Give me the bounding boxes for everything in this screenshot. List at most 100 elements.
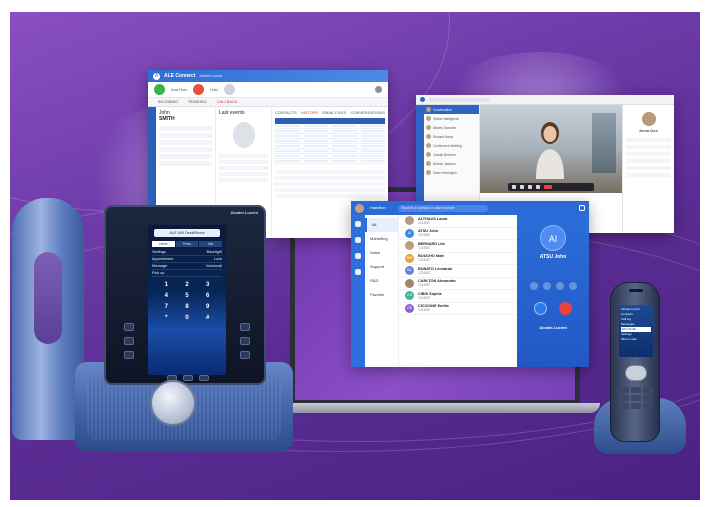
list-item[interactable]: CS CIBIS Sophie 1234567	[399, 290, 517, 303]
hold-call-icon[interactable]	[193, 84, 205, 95]
avatar: BM	[405, 253, 414, 263]
key[interactable]	[643, 395, 653, 401]
speaker-grille	[629, 289, 643, 292]
group-support[interactable]: Support	[365, 260, 398, 274]
group-marketing[interactable]: Marketing	[365, 232, 398, 246]
table-row[interactable]	[275, 159, 385, 164]
hangup-icon[interactable]	[544, 185, 552, 189]
softkey[interactable]	[124, 351, 134, 359]
dial-key[interactable]: 6	[199, 292, 216, 301]
softkey[interactable]	[240, 323, 250, 331]
dial-key[interactable]: 1	[158, 281, 175, 290]
list-item[interactable]: Online Intelligence	[424, 114, 479, 123]
tab-home[interactable]: Home	[152, 241, 175, 247]
dial-key[interactable]: 2	[179, 281, 196, 290]
key[interactable]	[631, 395, 641, 401]
dial-key[interactable]: 7	[158, 303, 175, 312]
dial-key[interactable]: 4	[158, 292, 175, 301]
share-icon[interactable]	[528, 185, 532, 189]
volume-icon[interactable]	[555, 282, 564, 290]
group-favorite[interactable]: Favorite	[365, 288, 398, 302]
chat-icon[interactable]	[536, 185, 540, 189]
list-item[interactable]: BL BUNATO Leonardo 1234567	[399, 265, 517, 278]
agent-title-bar: A ALE Connect Alcatel-Lucent	[148, 70, 388, 82]
key[interactable]	[631, 403, 641, 409]
more-icon[interactable]	[568, 282, 577, 290]
dect-nav-key[interactable]	[625, 365, 647, 381]
dial-key[interactable]: 0	[179, 314, 196, 323]
list-item[interactable]: BM BOUCHO Matt 1234567	[399, 253, 517, 265]
list-item[interactable]: Dereck Jackson	[424, 159, 479, 168]
contact-search-input[interactable]: Search a contact or dial number	[398, 204, 488, 212]
keypad: 1 2 3 4 5 6 7 8 9 * 0 #	[158, 281, 216, 323]
camera-icon[interactable]	[520, 185, 524, 189]
list-item[interactable]: Conversation	[424, 105, 479, 114]
video-search-input[interactable]	[429, 97, 489, 102]
group-sales[interactable]: Sales	[365, 246, 398, 260]
tab-incoming[interactable]: INCOMING	[158, 99, 178, 105]
key[interactable]	[643, 403, 653, 409]
key-icon[interactable]	[183, 375, 193, 381]
navigation-wheel[interactable]	[150, 380, 196, 426]
dialpad-icon[interactable]	[355, 269, 361, 275]
list-item[interactable]: Joseph Bertram	[424, 150, 479, 159]
tab-perso[interactable]: Perso	[175, 241, 199, 247]
softkey[interactable]	[124, 337, 134, 345]
key[interactable]	[619, 395, 629, 401]
dial-key[interactable]: 9	[199, 303, 216, 312]
group-all[interactable]: All	[365, 218, 398, 232]
key[interactable]	[619, 387, 629, 393]
history-icon[interactable]	[355, 237, 361, 243]
mic-icon[interactable]	[512, 185, 516, 189]
close-icon[interactable]	[375, 86, 382, 93]
key-icon[interactable]	[199, 375, 209, 381]
list-item[interactable]: BERNARD Lila 1234567	[399, 240, 517, 253]
list-item[interactable]: AI ATSU John 1234567	[399, 228, 517, 240]
list-item[interactable]: CARLTON Alexandra 1234567	[399, 278, 517, 290]
tab-email-files[interactable]: EMAIL FILES	[322, 110, 346, 116]
softkey[interactable]	[240, 351, 250, 359]
contact-number: 1234567	[418, 258, 431, 263]
softkey[interactable]	[240, 337, 250, 345]
tab-info[interactable]: Info	[199, 241, 223, 247]
settings-icon[interactable]	[579, 205, 585, 211]
list-item[interactable]: Richard Harris	[424, 132, 479, 141]
bubble-icon[interactable]	[355, 253, 361, 259]
contacts-icon[interactable]	[355, 221, 361, 227]
tab-conversations[interactable]: CONVERSATIONS	[350, 110, 384, 116]
user-name: Hamilton	[370, 205, 386, 210]
menu-item[interactable]: Appointment Lock	[152, 256, 222, 263]
dial-key[interactable]: *	[158, 314, 175, 323]
more-icon[interactable]	[224, 84, 236, 95]
menu-item[interactable]: Pick up	[152, 270, 222, 277]
contact-groups: All Marketing Sales Support R&D Favorite	[365, 215, 399, 367]
list-item[interactable]: CE CICCIONE Emilie 1234567	[399, 303, 517, 315]
softkey[interactable]	[124, 323, 134, 331]
dial-key[interactable]: 5	[179, 292, 196, 301]
call-controls	[517, 282, 589, 290]
tab-pending[interactable]: PENDING	[188, 99, 206, 105]
list-item[interactable]: Victor Harrington	[424, 168, 479, 177]
pause-icon[interactable]	[529, 282, 538, 290]
answer-call-icon[interactable]	[154, 84, 165, 95]
transfer-icon[interactable]	[534, 302, 547, 315]
list-item[interactable]: Mickey Sanchez	[424, 123, 479, 132]
dial-key[interactable]: 8	[179, 303, 196, 312]
hangup-icon[interactable]	[559, 302, 572, 315]
key[interactable]	[643, 387, 653, 393]
list-item[interactable]: Conference Meeting	[424, 141, 479, 150]
mute-icon[interactable]	[542, 282, 551, 290]
tab-callback[interactable]: CALLBACK	[217, 99, 238, 105]
contact-number: 1234567	[418, 308, 431, 313]
dial-key[interactable]: 3	[199, 281, 216, 290]
group-rnd[interactable]: R&D	[365, 274, 398, 288]
menu-item[interactable]: Settings Backlight	[152, 249, 222, 256]
tab-contacts[interactable]: CONTACTS	[275, 110, 297, 116]
contact-info	[626, 138, 671, 178]
key[interactable]	[631, 387, 641, 393]
list-item[interactable]: ALTHAUS Laura 1234567	[399, 215, 517, 228]
menu-item[interactable]: Message Voicemail	[152, 263, 222, 270]
tab-history[interactable]: HISTORY	[301, 110, 319, 116]
dial-key[interactable]: #	[199, 314, 216, 323]
key[interactable]	[619, 403, 629, 409]
